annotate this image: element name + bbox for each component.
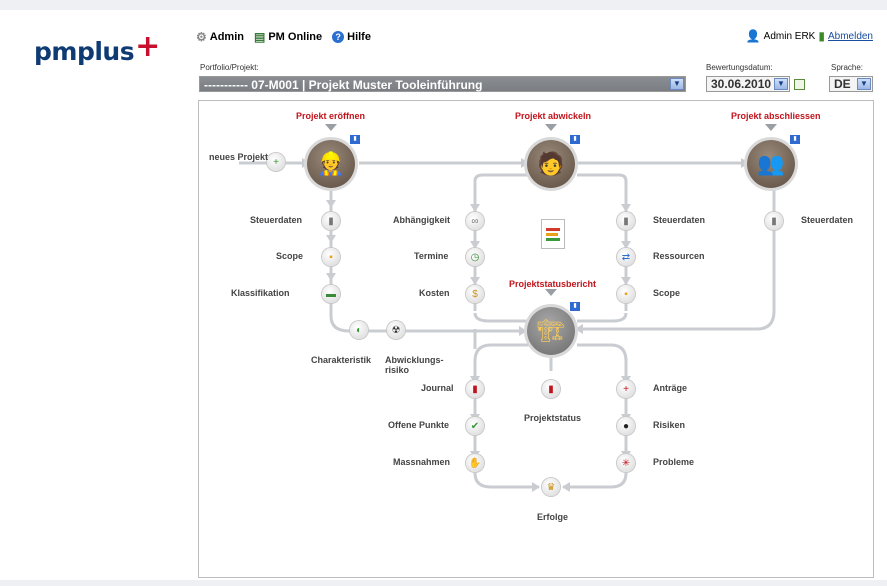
probleme-label[interactable]: Probleme xyxy=(653,457,694,467)
help-icon: ? xyxy=(332,31,345,43)
language-label: Sprache: xyxy=(831,63,864,72)
close-steuerdaten-label[interactable]: Steuerdaten xyxy=(801,215,853,225)
ressourcen-label[interactable]: Ressourcen xyxy=(653,251,705,261)
open-project-node[interactable]: 👷 ▮ xyxy=(307,134,361,188)
offene-punkte-icon[interactable]: ✔ xyxy=(466,417,484,435)
charakteristik-label[interactable]: Charakteristik xyxy=(311,355,371,365)
top-frame xyxy=(0,0,887,10)
language-select[interactable]: DE ▼ xyxy=(829,76,873,92)
logout-link[interactable]: Abmelden xyxy=(828,31,873,42)
report-badge-icon: ▮ xyxy=(789,134,801,145)
abhaengigkeit-icon[interactable]: ∞ xyxy=(466,212,484,230)
kosten-icon[interactable]: $ xyxy=(466,285,484,303)
help-link[interactable]: ? Hilfe xyxy=(332,31,371,43)
status-report-title[interactable]: Projektstatusbericht xyxy=(509,279,596,289)
chevron-down-icon[interactable]: ▼ xyxy=(857,78,871,90)
charakteristik-icon[interactable]: ◐ xyxy=(350,321,368,339)
close-project-node[interactable]: 👥 ▮ xyxy=(747,134,801,188)
termine-label[interactable]: Termine xyxy=(414,251,448,261)
risiken-label[interactable]: Risiken xyxy=(653,420,685,430)
run-scope-icon[interactable]: ▪ xyxy=(617,285,635,303)
projektstatus-icon[interactable]: ▮ xyxy=(542,380,560,398)
process-panel: Projekt eröffnen Projekt abwickeln Proje… xyxy=(198,100,874,578)
run-project-node[interactable]: 🧑 ▮ xyxy=(527,134,581,188)
abhaengigkeit-label[interactable]: Abhängigkeit xyxy=(393,215,450,225)
calendar-icon[interactable] xyxy=(794,79,805,90)
pmplus-logo[interactable]: pmplus+ xyxy=(34,29,160,68)
open-klassifikation-icon[interactable]: ▬ xyxy=(322,285,340,303)
logout-icon: ▮ xyxy=(818,29,825,43)
risiken-icon[interactable]: ● xyxy=(617,417,635,435)
date-label: Bewertungsdatum: xyxy=(706,63,773,72)
massnahmen-label[interactable]: Massnahmen xyxy=(393,457,450,467)
erfolge-icon[interactable]: ♛ xyxy=(542,478,560,496)
abwicklungsrisiko-icon[interactable]: ☢ xyxy=(387,321,405,339)
chevron-down-icon[interactable]: ▼ xyxy=(670,78,684,90)
bottom-frame xyxy=(0,580,887,586)
close-steuerdaten-icon[interactable]: ▮ xyxy=(765,212,783,230)
run-scope-label[interactable]: Scope xyxy=(653,288,680,298)
open-steuerdaten-label[interactable]: Steuerdaten xyxy=(250,215,302,225)
new-project-label[interactable]: neues Projekt xyxy=(209,152,268,162)
date-select[interactable]: 30.06.2010 ▼ xyxy=(706,76,790,92)
gear-icon: ⚙ xyxy=(196,30,207,44)
journal-icon[interactable]: ▮ xyxy=(466,380,484,398)
chevron-down-icon[interactable]: ▼ xyxy=(774,78,788,90)
massnahmen-icon[interactable]: ✋ xyxy=(466,454,484,472)
kosten-label[interactable]: Kosten xyxy=(419,288,450,298)
document-icon: ▤ xyxy=(254,30,266,44)
project-select[interactable]: ----------- 07-M001 | Projekt Muster Too… xyxy=(199,76,686,92)
journal-label[interactable]: Journal xyxy=(421,383,454,393)
probleme-icon[interactable]: ✳ xyxy=(617,454,635,472)
open-klassifikation-label[interactable]: Klassifikation xyxy=(231,288,290,298)
abwicklungsrisiko-label[interactable]: Abwicklungs- risiko xyxy=(385,355,447,375)
admin-link[interactable]: ⚙ Admin xyxy=(196,30,244,44)
open-steuerdaten-icon[interactable]: ▮ xyxy=(322,212,340,230)
top-navigation: ⚙ Admin ▤ PM Online ? Hilfe xyxy=(196,30,371,44)
antraege-icon[interactable]: + xyxy=(617,380,635,398)
user-bar: 👤 Admin ERK ▮ Abmelden xyxy=(746,29,873,43)
projektstatus-label[interactable]: Projektstatus xyxy=(524,413,581,423)
status-report-node[interactable]: 🏗 ▮ xyxy=(527,301,581,355)
report-badge-icon: ▮ xyxy=(349,134,361,145)
new-project-button[interactable]: + xyxy=(267,153,285,171)
user-icon: 👤 xyxy=(745,29,761,43)
report-badge-icon: ▮ xyxy=(569,134,581,145)
phase-run-title[interactable]: Projekt abwickeln xyxy=(515,111,591,121)
open-scope-icon[interactable]: ▪ xyxy=(322,248,340,266)
project-label: Portfolio/Projekt: xyxy=(200,63,259,72)
pm-online-link[interactable]: ▤ PM Online xyxy=(254,30,322,44)
report-document-icon[interactable] xyxy=(541,219,565,249)
erfolge-label[interactable]: Erfolge xyxy=(537,512,568,522)
phase-open-title[interactable]: Projekt eröffnen xyxy=(296,111,365,121)
ressourcen-icon[interactable]: ⇄ xyxy=(617,248,635,266)
offene-punkte-label[interactable]: Offene Punkte xyxy=(388,420,449,430)
antraege-label[interactable]: Anträge xyxy=(653,383,687,393)
user-name: Admin ERK xyxy=(763,30,816,42)
phase-close-title[interactable]: Projekt abschliessen xyxy=(731,111,821,121)
open-scope-label[interactable]: Scope xyxy=(276,251,303,261)
termine-icon[interactable]: ◷ xyxy=(466,248,484,266)
report-badge-icon: ▮ xyxy=(569,301,581,312)
run-steuerdaten-icon[interactable]: ▮ xyxy=(617,212,635,230)
run-steuerdaten-label[interactable]: Steuerdaten xyxy=(653,215,705,225)
